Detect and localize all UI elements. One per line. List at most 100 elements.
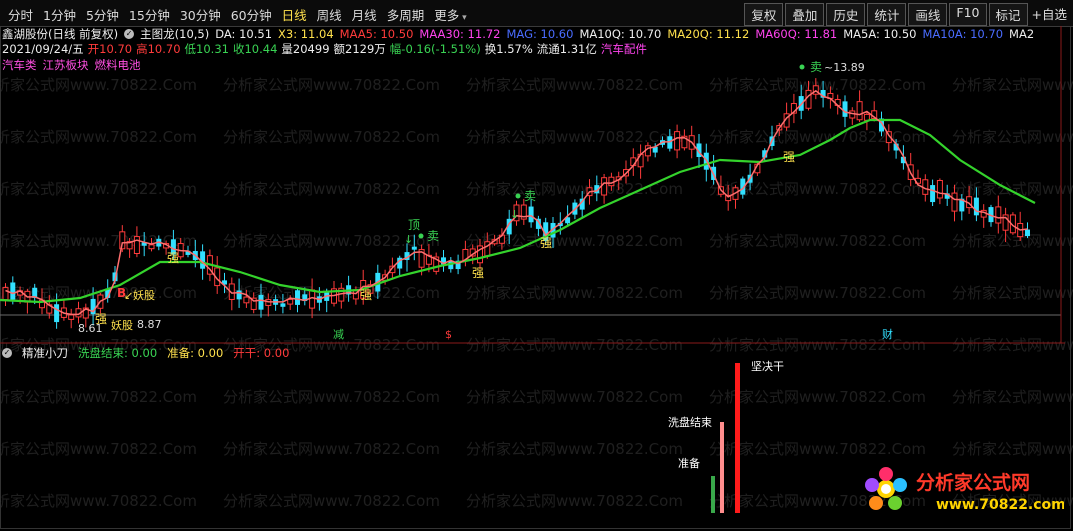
strong-label-3: 强: [472, 266, 484, 280]
reduce-marker: 减: [333, 328, 344, 341]
watermark-text: 分析家公式网www.70822.Com: [0, 492, 197, 510]
watermark-text: 分析家公式网www.70822.Com: [466, 388, 683, 406]
watermark-text: 分析家公式网www.70822.Com: [952, 128, 1073, 146]
watermark-text: 分析家公式网www.70822.Com: [466, 180, 683, 198]
sell-high-dot: [799, 64, 805, 70]
candle-body: [287, 298, 294, 305]
watermark-text: 分析家公式网www.70822.Com: [709, 232, 926, 250]
top-label: 顶: [408, 218, 420, 232]
watermark-text: 分析家公式网www.70822.Com: [223, 492, 440, 510]
candle-body: [1025, 229, 1030, 237]
candlestick-chart[interactable]: 分析家公式网www.70822.Com 分析家公式网www.70822.Com 分析…: [0, 0, 1073, 531]
logo-title: 分析家公式网: [916, 471, 1030, 494]
strong-label-1: 强: [167, 251, 179, 265]
candle-body: [411, 246, 417, 250]
sell-label-2: 卖: [524, 189, 536, 203]
watermark-text: 分析家公式网www.70822.Com: [223, 76, 440, 94]
ready-value: 准备: 0.00: [167, 346, 224, 360]
candle-body: [528, 206, 534, 223]
demon-arrow-icon: ↙: [124, 289, 133, 302]
candle-body: [295, 290, 300, 305]
watermark-text: 分析家公式网www.70822.Com: [952, 336, 1073, 354]
watermark-text: 分析家公式网www.70822.Com: [952, 440, 1073, 458]
watermark-text: 分析家公式网www.70822.Com: [952, 284, 1073, 302]
watermark-text: 分析家公式网www.70822.Com: [709, 284, 926, 302]
sub-panel-bars: 坚决干 洗盘结束 准备: [668, 360, 784, 513]
strong-label-2: 强: [360, 288, 372, 302]
candle-body: [236, 290, 242, 300]
ready-label: 准备: [678, 456, 700, 470]
high-price-label: ~13.89: [824, 61, 865, 74]
candle-body: [54, 304, 60, 323]
watermark-text: 分析家公式网www.70822.Com: [466, 492, 683, 510]
watermark-text: 分析家公式网www.70822.Com: [223, 180, 440, 198]
watermark-text: 分析家公式网www.70822.Com: [709, 440, 926, 458]
candle-body: [805, 89, 812, 109]
sell-high-label: 卖: [810, 60, 822, 74]
candle-body: [10, 282, 16, 300]
candle-body: [842, 101, 848, 117]
candle-body: [951, 192, 958, 212]
watermark-text: 分析家公式网www.70822.Com: [0, 440, 197, 458]
decisive-bar: [735, 363, 740, 513]
watermark-text: 分析家公式网www.70822.Com: [709, 128, 926, 146]
ready-bar: [711, 476, 715, 513]
watermark-text: 分析家公式网www.70822.Com: [709, 388, 926, 406]
watermark-text: 分析家公式网www.70822.Com: [466, 232, 683, 250]
decisive-label: 坚决干: [751, 360, 784, 373]
sub-indicator-toggle-icon[interactable]: ✓: [2, 348, 12, 358]
low-price-label: 8.61: [78, 322, 103, 335]
wash-value: 洗盘结束: 0.00: [78, 346, 158, 360]
sub-indicator-name[interactable]: 精准小刀: [22, 345, 68, 361]
flower-logo-icon: [865, 467, 907, 510]
candle-body: [2, 287, 9, 301]
watermark-text: 分析家公式网www.70822.Com: [0, 388, 197, 406]
watermark-text: 分析家公式网www.70822.Com: [466, 336, 683, 354]
watermark-text: 分析家公式网www.70822.Com: [223, 388, 440, 406]
watermark-layer: 分析家公式网www.70822.Com 分析家公式网www.70822.Com 分析…: [0, 76, 1073, 510]
sell-label: 卖: [427, 229, 439, 243]
watermark-text: 分析家公式网www.70822.Com: [466, 76, 683, 94]
candle-body: [243, 296, 250, 304]
candle-body: [973, 197, 979, 216]
dollar-marker: $: [445, 328, 452, 341]
watermark-text: 分析家公式网www.70822.Com: [466, 128, 683, 146]
candle-body: [148, 244, 155, 250]
candle-body: [674, 131, 681, 151]
demon-label-1: 妖股: [133, 288, 155, 302]
finance-marker: 财: [882, 327, 893, 341]
watermark-text: 分析家公式网www.70822.Com: [466, 440, 683, 458]
candle-body: [936, 179, 943, 199]
sub-panel-header: ✓ 精准小刀 洗盘结束: 0.00 准备: 0.00 开干: 0.00: [0, 346, 299, 360]
watermark-text: 分析家公式网www.70822.Com: [0, 128, 197, 146]
top-arrow-icon: ↓: [404, 233, 413, 246]
open-fire-value: 开干: 0.00: [233, 346, 290, 360]
watermark-text: 分析家公式网www.70822.Com: [466, 284, 683, 302]
strong-label-5: 强: [783, 150, 795, 164]
candle-body: [133, 236, 140, 254]
watermark-text: 分析家公式网www.70822.Com: [0, 180, 197, 198]
candle-body: [608, 176, 615, 187]
candle-body: [601, 177, 608, 196]
watermark-text: 分析家公式网www.70822.Com: [952, 76, 1073, 94]
low-label: 8.87: [137, 318, 162, 331]
wash-end-bar: [720, 422, 724, 513]
strong-label-4: 强: [540, 236, 552, 250]
watermark-text: 分析家公式网www.70822.Com: [223, 440, 440, 458]
watermark-text: 分析家公式网www.70822.Com: [952, 180, 1073, 198]
candle-body: [258, 294, 264, 310]
site-logo: 分析家公式网 www.70822.com: [865, 467, 1064, 513]
watermark-text: 分析家公式网www.70822.Com: [223, 128, 440, 146]
candle-body: [856, 101, 863, 121]
candle-body: [265, 299, 272, 306]
candle-body: [995, 206, 1002, 224]
wash-end-label: 洗盘结束: [668, 415, 712, 429]
watermark-text: 分析家公式网www.70822.Com: [709, 336, 926, 354]
logo-url: www.70822.com: [936, 497, 1064, 513]
sell-dot: [418, 233, 424, 239]
candle-body: [930, 185, 936, 203]
watermark-text: 分析家公式网www.70822.Com: [952, 388, 1073, 406]
candle-body: [68, 314, 75, 320]
demon-label-2: 妖股: [111, 318, 133, 332]
candle-body: [280, 303, 286, 307]
